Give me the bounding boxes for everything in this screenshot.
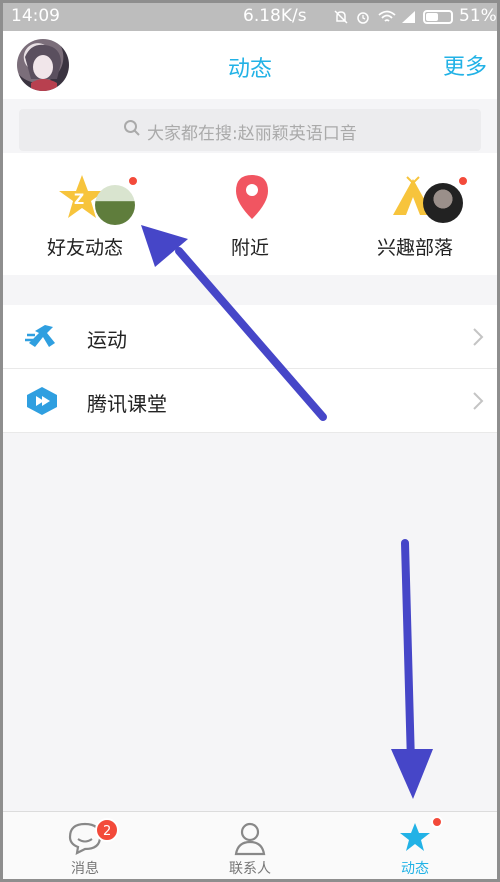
- annotation-arrowhead-down: [391, 749, 433, 799]
- tab-feed[interactable]: 动态: [333, 812, 497, 879]
- star-feed-icon: [400, 823, 430, 851]
- annotation-arrow-down: [401, 539, 415, 767]
- quick-entry-label: 附近: [230, 237, 269, 259]
- signal-icon: [402, 11, 415, 23]
- unread-badge: 2: [95, 818, 120, 842]
- list-item-label: 运动: [87, 328, 127, 352]
- bottom-tab-bar: 2 消息 联系人 动态: [3, 811, 497, 879]
- list-item-label: 腾讯课堂: [87, 392, 167, 416]
- tab-messages[interactable]: 2 消息: [3, 812, 167, 879]
- page-title: 动态: [227, 57, 272, 82]
- quick-entry-nearby[interactable]: 附近: [168, 153, 332, 275]
- list-item-tencent-classroom[interactable]: 腾讯课堂: [3, 369, 497, 433]
- chevron-right-icon: [473, 328, 484, 346]
- quick-entries: Z 好友动态 附近 兴趣部落: [3, 153, 497, 275]
- new-dot: [127, 175, 139, 187]
- tab-contacts[interactable]: 联系人: [168, 812, 332, 879]
- location-pin-icon: [236, 175, 268, 219]
- quick-entry-label: 好友动态: [46, 237, 123, 259]
- network-speed: 6.18K/s: [243, 6, 307, 26]
- phone-screen: 14:09 6.18K/s 51% 动态 更多 大家都在搜:赵丽颖英语口音 Z …: [0, 0, 500, 882]
- new-dot: [457, 175, 469, 187]
- search-bar[interactable]: 大家都在搜:赵丽颖英语口音: [19, 109, 481, 151]
- more-button[interactable]: 更多: [443, 49, 487, 81]
- tab-label: 联系人: [229, 861, 271, 877]
- search-placeholder: 大家都在搜:赵丽颖英语口音: [147, 124, 357, 144]
- tab-label: 动态: [401, 861, 429, 877]
- feature-list: 运动 腾讯课堂: [3, 305, 497, 433]
- tab-label: 消息: [71, 861, 99, 877]
- alarm-icon: [357, 12, 369, 24]
- running-icon: [25, 325, 55, 347]
- header: 动态 更多: [3, 31, 497, 99]
- battery-icon: [423, 10, 453, 24]
- new-dot: [431, 816, 443, 828]
- svg-text:Z: Z: [74, 192, 84, 208]
- tribe-photo: [423, 183, 463, 223]
- list-item-sport[interactable]: 运动: [3, 305, 497, 369]
- chevron-right-icon: [473, 392, 484, 410]
- mute-bell-icon: [334, 10, 348, 24]
- quick-entry-label: 兴趣部落: [376, 237, 453, 259]
- quick-entry-tribe[interactable]: 兴趣部落: [333, 153, 497, 275]
- wifi-icon: [378, 10, 396, 22]
- friend-photo: [95, 185, 135, 225]
- status-bar: 14:09 6.18K/s 51%: [3, 3, 497, 31]
- search-icon: [124, 120, 140, 136]
- quick-entry-friend-feed[interactable]: Z 好友动态: [3, 153, 167, 275]
- status-time: 14:09: [11, 6, 60, 26]
- battery-percent: 51%: [459, 6, 497, 26]
- contact-person-icon: [234, 822, 266, 856]
- tencent-classroom-icon: [27, 387, 57, 415]
